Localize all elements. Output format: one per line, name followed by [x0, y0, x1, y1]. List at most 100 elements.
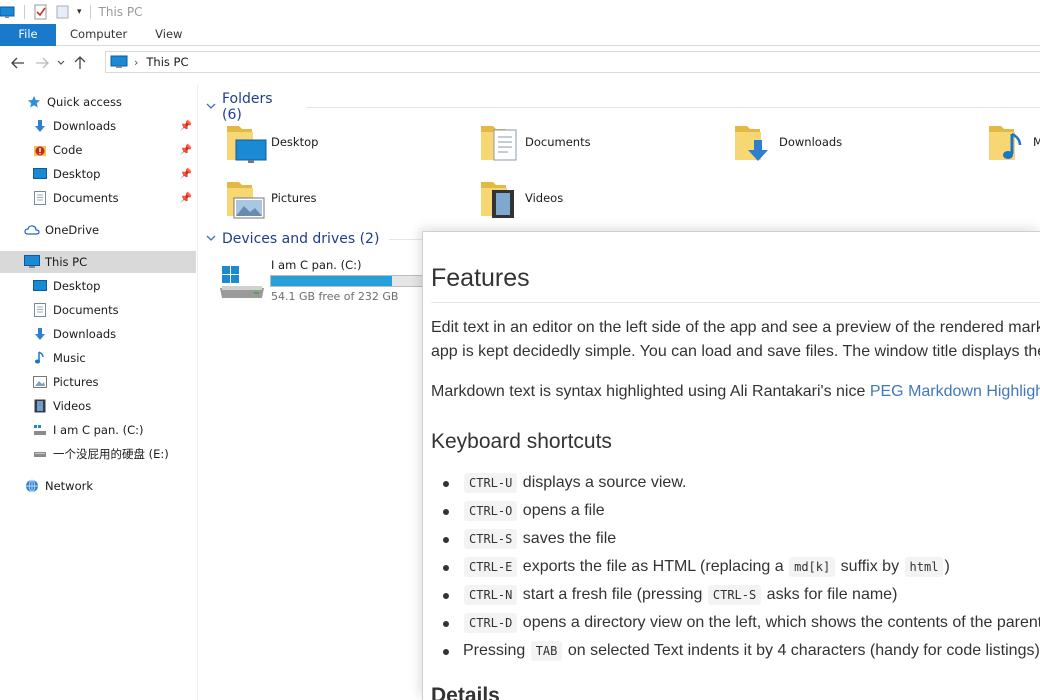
- window-title: This PC: [98, 5, 143, 19]
- recent-locations-button[interactable]: [54, 51, 68, 75]
- preview-paragraph-text: Markdown text is syntax highlighted usin…: [431, 383, 870, 400]
- back-button[interactable]: [6, 51, 30, 75]
- address-bar[interactable]: › This PC: [105, 51, 1040, 73]
- customize-toolbar-icon[interactable]: ▾: [77, 7, 82, 17]
- videos-folder-icon: [478, 176, 522, 220]
- inline-code: CTRL-N: [464, 585, 518, 605]
- folder-tile-downloads[interactable]: Downloads: [732, 117, 972, 167]
- this-pc-icon[interactable]: [0, 4, 16, 20]
- chevron-down-icon[interactable]: [206, 234, 216, 245]
- shortcut-description: saves the file: [518, 530, 617, 547]
- sidebar-item-documents[interactable]: Documents 📌: [0, 187, 196, 209]
- navigation-bar: › This PC: [0, 46, 1040, 79]
- network-icon: [24, 478, 40, 494]
- folder-label: Videos: [525, 191, 564, 205]
- shortcut-description: opens a file: [518, 502, 605, 519]
- sidebar-item-label: OneDrive: [45, 223, 100, 237]
- sidebar-item-pc-desktop[interactable]: Desktop: [0, 275, 196, 297]
- folder-tile-documents[interactable]: Documents: [478, 117, 718, 167]
- inline-code: CTRL-U: [464, 473, 518, 493]
- shortcut-description: exports the file as HTML (replacing a: [518, 558, 789, 575]
- chevron-down-icon[interactable]: [206, 102, 216, 113]
- sidebar-item-label: Downloads: [53, 119, 117, 133]
- ribbon-tabs: File Computer View: [0, 24, 1040, 46]
- sidebar-item-label: Quick access: [47, 95, 122, 109]
- sidebar-item-this-pc[interactable]: This PC: [0, 251, 196, 273]
- navigation-pane: Quick access Downloads 📌 Code 📌 Desktop …: [0, 84, 198, 700]
- sidebar-item-network[interactable]: Network: [0, 475, 196, 497]
- up-button[interactable]: [68, 51, 92, 75]
- arrow-left-icon: [11, 57, 24, 68]
- sidebar-item-onedrive[interactable]: OneDrive: [0, 219, 196, 241]
- sidebar-item-label: Code: [53, 143, 83, 157]
- new-folder-icon[interactable]: [55, 4, 71, 20]
- sidebar-item-code[interactable]: Code 📌: [0, 139, 196, 161]
- folder-tile-desktop[interactable]: Desktop: [224, 117, 464, 167]
- drive-tile-c[interactable]: I am C pan. (C:) 54.1 GB free of 232 GB: [218, 256, 430, 306]
- preview-paragraph-2: Markdown text is syntax highlighted usin…: [431, 380, 1040, 404]
- sidebar-item-pc-music[interactable]: Music: [0, 347, 196, 369]
- forward-button[interactable]: [30, 51, 54, 75]
- pin-icon[interactable]: 📌: [180, 121, 192, 132]
- shortcut-description: ): [944, 558, 950, 575]
- pin-icon[interactable]: 📌: [180, 169, 192, 180]
- peg-markdown-link[interactable]: PEG Markdown Highlighte: [870, 383, 1040, 400]
- shortcut-description: asks for file name): [762, 586, 898, 603]
- inline-code: TAB: [530, 641, 563, 661]
- sidebar-item-label: Documents: [53, 191, 119, 205]
- sidebar-item-downloads[interactable]: Downloads 📌: [0, 115, 196, 137]
- shortcut-list-item: CTRL-S saves the file: [431, 525, 1040, 553]
- inline-code: CTRL-D: [464, 613, 518, 633]
- music-folder-icon: [986, 120, 1030, 164]
- preview-heading-features: Features: [431, 264, 530, 292]
- download-arrow-icon: [32, 118, 48, 134]
- downloads-folder-icon: [732, 120, 776, 164]
- properties-icon[interactable]: [33, 4, 49, 20]
- breadcrumb-this-pc[interactable]: This PC: [146, 55, 188, 69]
- desktop-icon: [32, 166, 48, 182]
- sidebar-item-label: Desktop: [53, 279, 101, 293]
- sidebar-item-drive-e[interactable]: 一个没屁用的硬盘 (E:): [0, 443, 196, 465]
- sidebar-item-label: Music: [53, 351, 86, 365]
- inline-code: CTRL-O: [464, 501, 518, 521]
- sidebar-item-pc-pictures[interactable]: Pictures: [0, 371, 196, 393]
- preview-paragraph-line-1: Edit text in an editor on the left side …: [431, 319, 1040, 336]
- sidebar-item-label: This PC: [45, 255, 88, 269]
- shortcut-list-item: CTRL-O opens a file: [431, 497, 1040, 525]
- sidebar-item-quick-access[interactable]: Quick access: [0, 91, 196, 113]
- star-icon: [26, 94, 42, 110]
- desktop-folder-icon: [224, 120, 268, 164]
- sidebar-item-label: Network: [45, 479, 94, 493]
- system-drive-icon: [32, 422, 48, 438]
- sidebar-item-desktop[interactable]: Desktop 📌: [0, 163, 196, 185]
- sidebar-item-pc-downloads[interactable]: Downloads: [0, 323, 196, 345]
- drive-free-space: 54.1 GB free of 232 GB: [271, 290, 399, 303]
- tab-file[interactable]: File: [0, 24, 56, 46]
- tab-view[interactable]: View: [141, 24, 196, 46]
- markdown-preview-window[interactable]: Features Edit text in an editor on the l…: [422, 231, 1040, 700]
- devices-group-header[interactable]: Devices and drives (2): [206, 231, 440, 247]
- picture-icon: [32, 374, 48, 390]
- sidebar-item-label: Pictures: [53, 375, 99, 389]
- sidebar-item-pc-documents[interactable]: Documents: [0, 299, 196, 321]
- pin-icon[interactable]: 📌: [180, 145, 192, 156]
- devices-header-label: Devices and drives (2): [222, 231, 380, 247]
- tab-computer[interactable]: Computer: [56, 24, 141, 46]
- sidebar-item-pc-videos[interactable]: Videos: [0, 395, 196, 417]
- folder-tile-pictures[interactable]: Pictures: [224, 173, 464, 223]
- sidebar-item-label: I am C pan. (C:): [53, 423, 144, 437]
- documents-icon: [32, 190, 48, 206]
- pin-icon[interactable]: 📌: [180, 193, 192, 204]
- sidebar-item-label: 一个没屁用的硬盘 (E:): [53, 447, 169, 461]
- folder-label: Desktop: [271, 135, 319, 149]
- sidebar-item-drive-c[interactable]: I am C pan. (C:): [0, 419, 196, 441]
- folder-tile-videos[interactable]: Videos: [478, 173, 718, 223]
- folder-label: Documents: [525, 135, 591, 149]
- folder-tile-music[interactable]: M: [986, 117, 1040, 167]
- inline-code: CTRL-S: [464, 529, 518, 549]
- preview-heading-details: Details: [431, 684, 500, 700]
- breadcrumb-separator-icon[interactable]: ›: [134, 56, 138, 69]
- arrow-up-icon: [74, 55, 86, 69]
- folder-label: Downloads: [779, 135, 843, 149]
- shortcut-description: Pressing: [463, 642, 530, 659]
